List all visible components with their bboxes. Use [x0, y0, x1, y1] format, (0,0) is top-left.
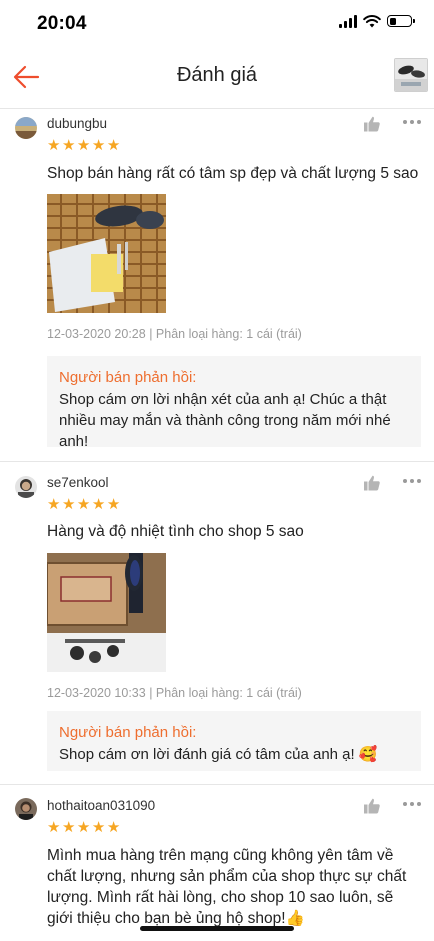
review-date: 12-03-2020 10:33	[47, 686, 146, 700]
review-item: se7enkool ★ ★ ★ ★ ★ Hàng và độ nhiệt tình ch…	[0, 461, 434, 785]
star-icon: ★	[91, 496, 106, 513]
seller-reply: Người bán phản hồi: Shop cám ơn lời đánh…	[47, 711, 421, 771]
review-comment: Mình mua hàng trên mạng cũng không yên t…	[47, 847, 407, 927]
review-item: dubungbu ★ ★ ★ ★ ★ Shop bán hàng rất có tâm …	[0, 109, 434, 462]
review-username[interactable]: dubungbu	[47, 116, 107, 131]
status-time: 20:04	[37, 13, 87, 34]
review-comment: Hàng và độ nhiệt tình cho shop 5 sao	[47, 523, 304, 540]
thumbs-up-icon[interactable]	[363, 474, 381, 492]
seller-reply-label: Người bán phản hồi:	[59, 724, 197, 741]
seller-reply: Người bán phản hồi: Shop cám ơn lời nhận…	[47, 356, 421, 450]
star-icon: ★	[106, 496, 121, 513]
seller-reply-label: Người bán phản hồi:	[59, 369, 197, 386]
star-icon: ★	[106, 137, 121, 154]
signal-icon	[339, 14, 357, 28]
star-icon: ★	[47, 496, 61, 513]
more-options-icon[interactable]	[403, 802, 423, 808]
review-meta: 12-03-2020 20:28 | Phân loại hàng: 1 cái…	[47, 327, 302, 341]
status-bar: 20:04	[0, 0, 434, 46]
star-icon: ★	[76, 819, 91, 836]
review-username[interactable]: hothaitoan031090	[47, 798, 155, 813]
review-meta: 12-03-2020 10:33 | Phân loại hàng: 1 cái…	[47, 686, 302, 700]
status-icons	[339, 14, 415, 28]
star-rating: ★ ★ ★ ★ ★	[47, 819, 121, 836]
product-thumbnail[interactable]	[394, 58, 428, 92]
star-icon: ★	[106, 819, 121, 836]
home-indicator	[140, 926, 294, 931]
battery-icon	[387, 15, 415, 27]
star-icon: ★	[47, 137, 61, 154]
star-icon: ★	[76, 137, 91, 154]
thumbs-up-icon[interactable]	[363, 115, 381, 133]
review-photo[interactable]	[47, 194, 166, 313]
nav-bar: Đánh giá	[0, 46, 434, 109]
meta-separator: |	[149, 327, 153, 341]
star-rating: ★ ★ ★ ★ ★	[47, 137, 121, 154]
review-username[interactable]: se7enkool	[47, 475, 109, 490]
avatar[interactable]	[15, 476, 37, 498]
page-title: Đánh giá	[176, 64, 258, 86]
star-icon: ★	[76, 496, 91, 513]
avatar[interactable]	[15, 117, 37, 139]
review-variant: Phân loại hàng: 1 cái (trái)	[155, 327, 302, 341]
review-date: 12-03-2020 20:28	[47, 327, 146, 341]
meta-separator: |	[149, 686, 153, 700]
review-variant: Phân loại hàng: 1 cái (trái)	[155, 686, 302, 700]
star-icon: ★	[91, 137, 106, 154]
star-icon: ★	[61, 496, 76, 513]
wifi-icon	[363, 15, 381, 28]
star-rating: ★ ★ ★ ★ ★	[47, 496, 121, 513]
review-item: hothaitoan031090 ★ ★ ★ ★ ★ Mình mua hàng trê…	[0, 784, 434, 941]
avatar[interactable]	[15, 798, 37, 820]
star-icon: ★	[61, 137, 76, 154]
seller-reply-text: Shop cám ơn lời đánh giá có tâm của anh …	[59, 746, 378, 763]
more-options-icon[interactable]	[403, 479, 423, 485]
star-icon: ★	[61, 819, 76, 836]
thumbs-up-icon[interactable]	[363, 797, 381, 815]
star-icon: ★	[47, 819, 61, 836]
seller-reply-text: Shop cám ơn lời nhận xét của anh ạ! Chúc…	[59, 391, 391, 450]
review-photo[interactable]	[47, 553, 166, 672]
review-comment: Shop bán hàng rất có tâm sp đẹp và chất …	[47, 165, 419, 182]
star-icon: ★	[91, 819, 106, 836]
more-options-icon[interactable]	[403, 120, 423, 126]
